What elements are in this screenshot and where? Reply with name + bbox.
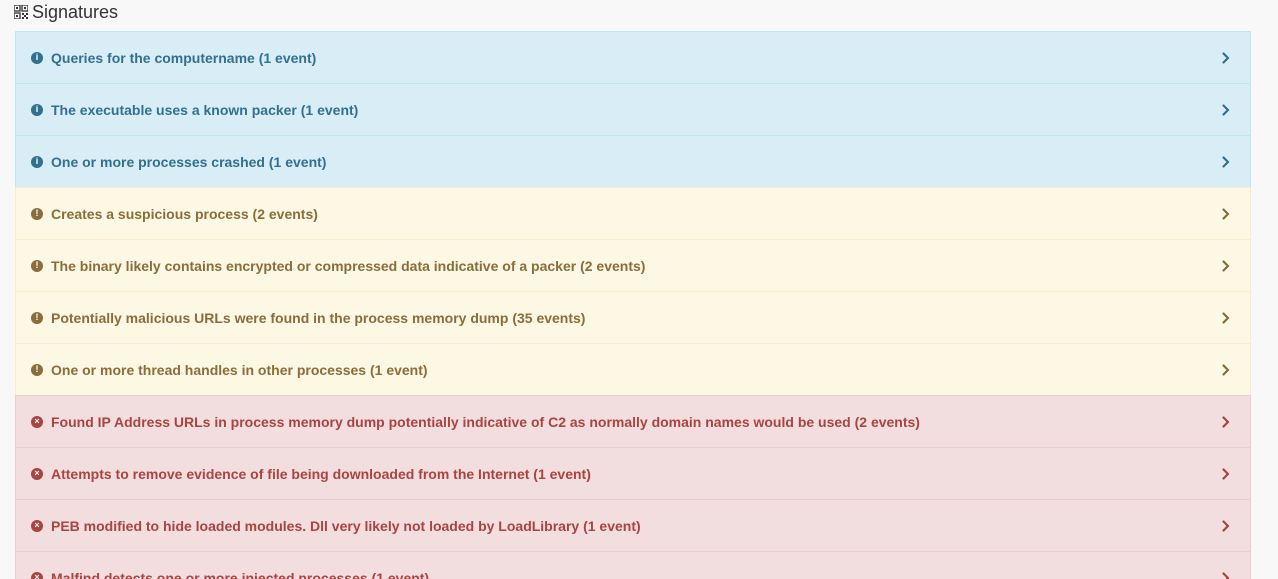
signature-list: i Queries for the computername (1 event) i… xyxy=(15,31,1251,579)
chevron-right-icon xyxy=(1222,103,1230,116)
chevron-right-icon xyxy=(1222,155,1230,168)
signature-label: Malfind detects one or more injected pro… xyxy=(51,569,430,579)
signature-label: The binary likely contains encrypted or … xyxy=(51,257,646,274)
chevron-right-icon xyxy=(1222,259,1230,272)
chevron-right-icon xyxy=(1222,519,1230,532)
qrcode-icon xyxy=(14,5,28,19)
signature-row[interactable]: i One or more processes crashed (1 event) xyxy=(15,135,1251,187)
chevron-right-icon xyxy=(1222,467,1230,480)
info-circle-icon: i xyxy=(31,51,43,64)
section-title: Signatures xyxy=(32,2,119,22)
signature-row[interactable]: × Malfind detects one or more injected pr… xyxy=(15,551,1251,579)
chevron-right-icon xyxy=(1222,207,1230,220)
chevron-right-icon xyxy=(1222,311,1230,324)
signature-label: One or more processes crashed (1 event) xyxy=(51,153,327,170)
signature-label: Potentially malicious URLs were found in… xyxy=(51,309,586,326)
chevron-right-icon xyxy=(1222,571,1230,579)
exclamation-circle-icon: ! xyxy=(31,259,43,272)
info-circle-icon: i xyxy=(31,103,43,116)
signature-row[interactable]: ! Creates a suspicious process (2 events) xyxy=(15,187,1251,239)
signature-row[interactable]: ! Potentially malicious URLs were found i… xyxy=(15,291,1251,343)
signature-row[interactable]: × PEB modified to hide loaded modules. Dl… xyxy=(15,499,1251,551)
signature-row[interactable]: ! The binary likely contains encrypted or… xyxy=(15,239,1251,291)
exclamation-circle-icon: ! xyxy=(31,311,43,324)
times-circle-icon: × xyxy=(31,571,43,579)
chevron-right-icon xyxy=(1222,363,1230,376)
signature-label: Queries for the computername (1 event) xyxy=(51,49,317,66)
signature-label: Found IP Address URLs in process memory … xyxy=(51,413,920,430)
section-header: Signatures xyxy=(14,0,118,24)
times-circle-icon: × xyxy=(31,415,43,428)
signature-label: Creates a suspicious process (2 events) xyxy=(51,205,318,222)
times-circle-icon: × xyxy=(31,519,43,532)
signatures-section: Signatures i Queries for the computername… xyxy=(0,0,1278,579)
signature-label: The executable uses a known packer (1 ev… xyxy=(51,101,359,118)
exclamation-circle-icon: ! xyxy=(31,207,43,220)
times-circle-icon: × xyxy=(31,467,43,480)
chevron-right-icon xyxy=(1222,51,1230,64)
info-circle-icon: i xyxy=(31,155,43,168)
exclamation-circle-icon: ! xyxy=(31,363,43,376)
signature-label: One or more thread handles in other proc… xyxy=(51,361,428,378)
signature-label: PEB modified to hide loaded modules. Dll… xyxy=(51,517,641,534)
signature-label: Attempts to remove evidence of file bein… xyxy=(51,465,591,482)
chevron-right-icon xyxy=(1222,415,1230,428)
signature-row[interactable]: × Attempts to remove evidence of file bei… xyxy=(15,447,1251,499)
signature-row[interactable]: i The executable uses a known packer (1 e… xyxy=(15,83,1251,135)
signature-row[interactable]: × Found IP Address URLs in process memory… xyxy=(15,395,1251,447)
signature-row[interactable]: ! One or more thread handles in other pro… xyxy=(15,343,1251,395)
signature-row[interactable]: i Queries for the computername (1 event) xyxy=(15,31,1251,83)
